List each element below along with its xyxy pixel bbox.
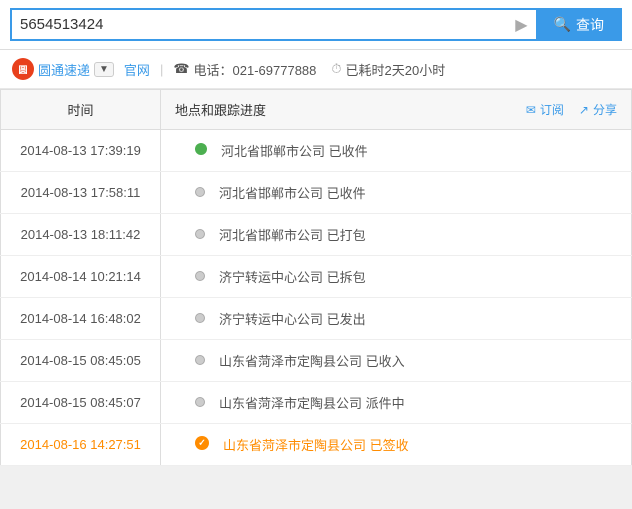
company-logo: 圆 圆通速递 ▼ xyxy=(12,58,114,80)
row-location-text: 山东省菏泽市定陶县公司 已收入 xyxy=(219,351,405,370)
row-location-text: 河北省邯郸市公司 已收件 xyxy=(219,183,366,202)
send-icon[interactable]: ▶ xyxy=(515,15,527,35)
table-actions: ✉ 订阅 ↗ 分享 xyxy=(526,101,617,118)
company-logo-circle: 圆 xyxy=(12,58,34,80)
row-location-text: 济宁转运中心公司 已发出 xyxy=(219,309,366,328)
row-time: 2014-08-14 10:21:14 xyxy=(1,256,161,298)
search-input[interactable] xyxy=(20,16,515,33)
table-row: 2014-08-16 14:27:51 山东省菏泽市定陶县公司 已签收 xyxy=(1,424,632,466)
phone-info: ☎ 电话：021-69777888 xyxy=(173,60,316,79)
separator-1: | xyxy=(160,62,163,77)
row-location: 山东省菏泽市定陶县公司 已签收 xyxy=(161,424,632,466)
row-location: 山东省菏泽市定陶县公司 已收入 xyxy=(161,340,632,382)
row-location-text: 山东省菏泽市定陶县公司 派件中 xyxy=(219,393,405,412)
col-time-header: 时间 xyxy=(1,90,161,130)
timeline-dot xyxy=(195,143,207,158)
timeline-dot xyxy=(195,395,205,410)
timeline-dot xyxy=(195,311,205,326)
table-row: 2014-08-15 08:45:05 山东省菏泽市定陶县公司 已收入 xyxy=(1,340,632,382)
timeline-dot xyxy=(195,353,205,368)
row-time: 2014-08-14 16:48:02 xyxy=(1,298,161,340)
company-dropdown-button[interactable]: ▼ xyxy=(94,62,114,77)
row-location-text: 河北省邯郸市公司 已收件 xyxy=(221,141,368,160)
row-time: 2014-08-16 14:27:51 xyxy=(1,424,161,466)
table-row: 2014-08-13 17:58:11 河北省邯郸市公司 已收件 xyxy=(1,172,632,214)
row-time: 2014-08-13 17:39:19 xyxy=(1,130,161,172)
col-location-label: 地点和跟踪进度 xyxy=(175,100,266,119)
table-row: 2014-08-13 17:39:19 河北省邯郸市公司 已收件 xyxy=(1,130,632,172)
col-location-header: 地点和跟踪进度 ✉ 订阅 ↗ 分享 xyxy=(161,90,632,130)
subscribe-label: 订阅 xyxy=(540,101,564,118)
row-location: 河北省邯郸市公司 已打包 xyxy=(161,214,632,256)
timeline-dot xyxy=(195,436,209,453)
table-header-row: 时间 地点和跟踪进度 ✉ 订阅 ↗ 分享 xyxy=(1,90,632,130)
app-container: ▶ 🔍 查询 圆 圆通速递 ▼ 官网 | ☎ 电话：021-69777888 ⏱… xyxy=(0,0,632,466)
tracking-table: 时间 地点和跟踪进度 ✉ 订阅 ↗ 分享 xyxy=(0,89,632,466)
time-label: 已耗时2天20小时 xyxy=(346,60,446,79)
time-info: ⏱ 已耗时2天20小时 xyxy=(331,60,445,79)
row-location: 济宁转运中心公司 已发出 xyxy=(161,298,632,340)
table-row: 2014-08-13 18:11:42 河北省邯郸市公司 已打包 xyxy=(1,214,632,256)
row-location-text: 济宁转运中心公司 已拆包 xyxy=(219,267,366,286)
search-input-wrap: ▶ xyxy=(10,8,536,41)
search-button-label: 查询 xyxy=(576,15,604,35)
official-link[interactable]: 官网 xyxy=(124,60,150,79)
share-icon: ↗ xyxy=(579,103,589,117)
share-button[interactable]: ↗ 分享 xyxy=(579,101,617,118)
phone-icon: ☎ xyxy=(173,61,189,77)
row-time: 2014-08-13 18:11:42 xyxy=(1,214,161,256)
row-location: 河北省邯郸市公司 已收件 xyxy=(161,130,632,172)
company-name[interactable]: 圆通速递 xyxy=(38,60,90,79)
envelope-icon: ✉ xyxy=(526,103,536,117)
search-icon: 🔍 xyxy=(554,16,571,33)
search-button[interactable]: 🔍 查询 xyxy=(536,8,622,41)
phone-label: 电话：021-69777888 xyxy=(194,60,317,79)
logo-text: 圆 xyxy=(18,63,27,76)
row-time: 2014-08-13 17:58:11 xyxy=(1,172,161,214)
row-location: 济宁转运中心公司 已拆包 xyxy=(161,256,632,298)
search-bar: ▶ 🔍 查询 xyxy=(0,0,632,50)
row-time: 2014-08-15 08:45:05 xyxy=(1,340,161,382)
row-location-text: 河北省邯郸市公司 已打包 xyxy=(219,225,366,244)
row-location: 山东省菏泽市定陶县公司 派件中 xyxy=(161,382,632,424)
table-row: 2014-08-14 16:48:02 济宁转运中心公司 已发出 xyxy=(1,298,632,340)
row-location: 河北省邯郸市公司 已收件 xyxy=(161,172,632,214)
timeline-dot xyxy=(195,269,205,284)
clock-icon: ⏱ xyxy=(331,61,341,77)
share-label: 分享 xyxy=(593,101,617,118)
subscribe-button[interactable]: ✉ 订阅 xyxy=(526,101,564,118)
row-location-text: 山东省菏泽市定陶县公司 已签收 xyxy=(223,435,409,454)
table-row: 2014-08-14 10:21:14 济宁转运中心公司 已拆包 xyxy=(1,256,632,298)
timeline-dot xyxy=(195,227,205,242)
row-time: 2014-08-15 08:45:07 xyxy=(1,382,161,424)
table-row: 2014-08-15 08:45:07 山东省菏泽市定陶县公司 派件中 xyxy=(1,382,632,424)
timeline-dot xyxy=(195,185,205,200)
company-bar: 圆 圆通速递 ▼ 官网 | ☎ 电话：021-69777888 ⏱ 已耗时2天2… xyxy=(0,50,632,89)
